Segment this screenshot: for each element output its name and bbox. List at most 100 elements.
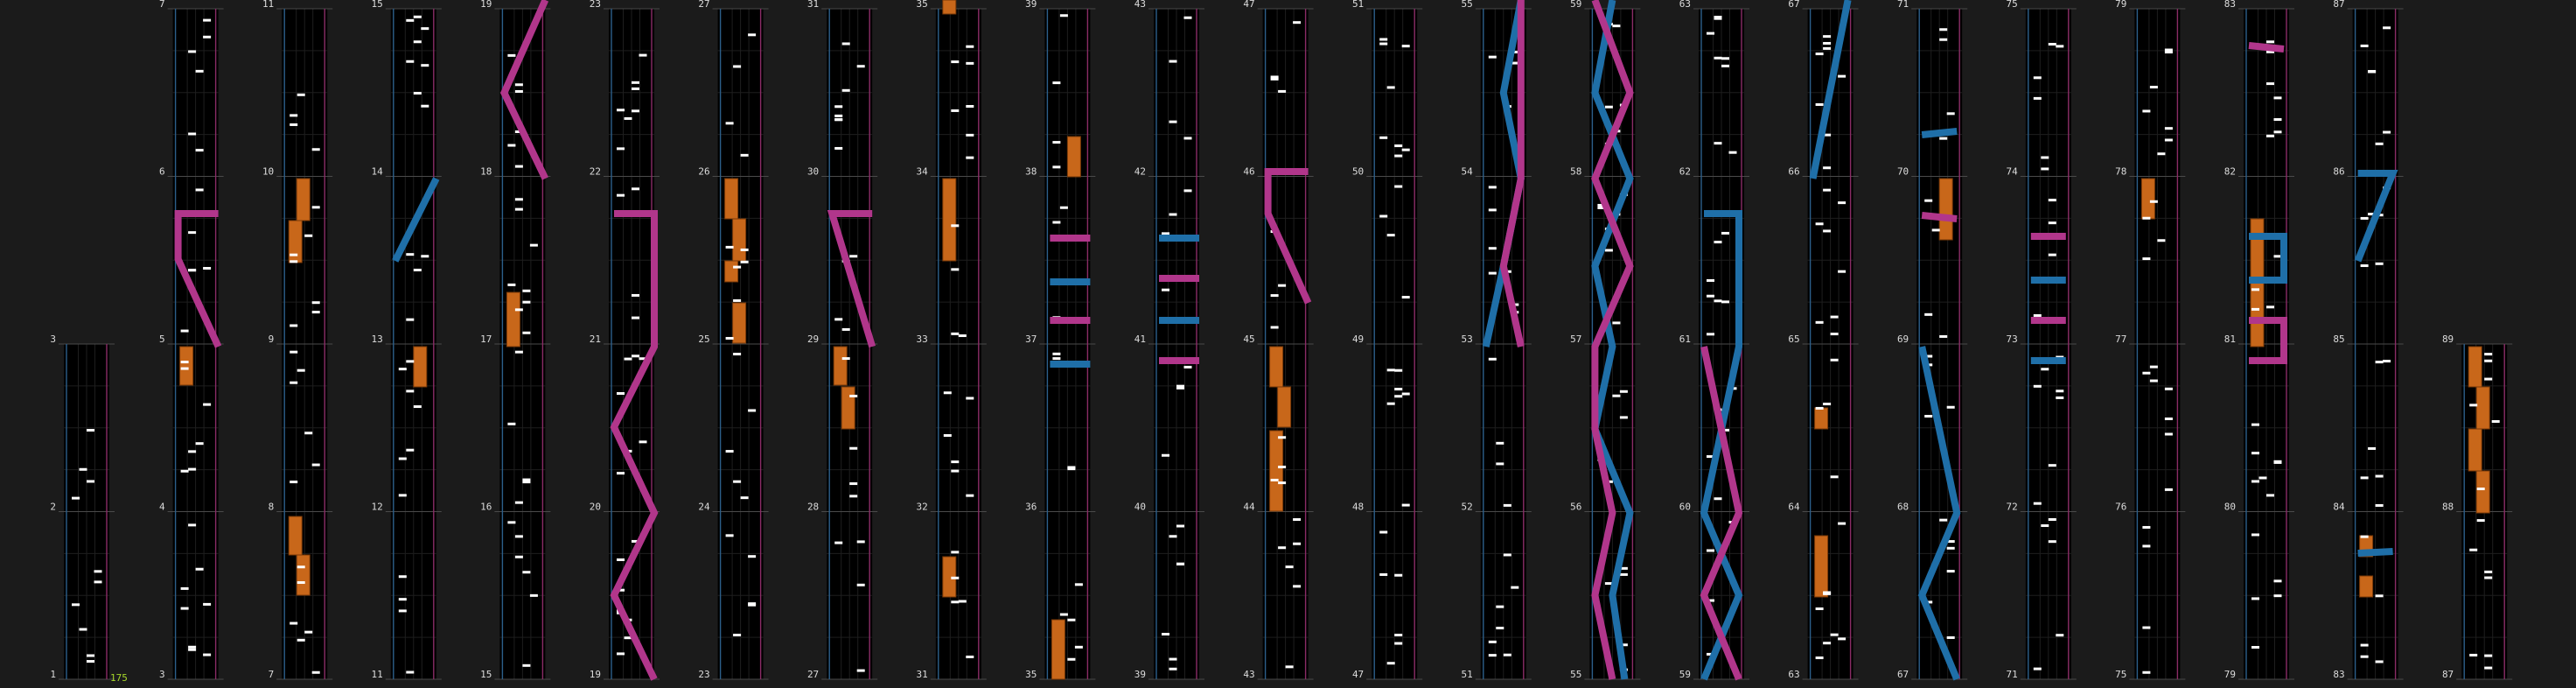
tap-note: [1379, 38, 1388, 41]
tap-note: [87, 480, 94, 483]
measure-number: 60: [1679, 502, 1691, 513]
tap-note: [2164, 387, 2173, 390]
tap-note: [2048, 221, 2056, 225]
hold-note: [1051, 619, 1065, 680]
tap-note: [1394, 388, 1403, 391]
tap-note: [2375, 660, 2384, 663]
tap-note: [1946, 112, 1955, 116]
tap-note: [1270, 294, 1279, 298]
measure-number: 84: [2333, 502, 2345, 513]
tap-note: [2360, 655, 2369, 658]
measure-number: 23: [590, 0, 601, 10]
tap-note: [1823, 188, 1832, 192]
tap-note: [1939, 38, 1948, 41]
tap-note: [1052, 221, 1061, 224]
measure-number: 14: [372, 166, 384, 178]
tap-note: [507, 422, 516, 425]
tap-note: [2048, 253, 2056, 256]
tap-note: [725, 122, 734, 125]
tap-note: [1830, 633, 1839, 636]
tap-note: [740, 260, 749, 263]
tap-note: [632, 293, 639, 297]
tap-note: [1285, 665, 1294, 669]
tap-note: [951, 469, 960, 473]
tap-note: [188, 648, 197, 651]
tap-note: [203, 653, 212, 656]
tap-note: [1401, 392, 1410, 396]
measure-number: 15: [480, 669, 492, 680]
tap-note: [297, 565, 305, 569]
tap-note: [1067, 466, 1076, 469]
tap-note: [1488, 271, 1497, 275]
tap-note: [1394, 395, 1403, 398]
tap-note: [195, 188, 204, 192]
tap-note: [2033, 384, 2042, 388]
tap-note: [514, 308, 523, 312]
measure-number: 64: [1788, 502, 1800, 513]
tap-note: [2033, 667, 2042, 670]
tap-note: [406, 360, 415, 363]
tap-note: [1612, 321, 1621, 325]
tap-note: [2251, 533, 2259, 537]
measure-number: 12: [372, 502, 383, 513]
tap-note: [2484, 666, 2493, 670]
tap-note: [2041, 156, 2049, 159]
tap-note: [1169, 213, 1177, 216]
measure-number: 36: [1025, 502, 1037, 513]
tap-note: [2484, 359, 2493, 362]
measure-number: 45: [1243, 333, 1254, 345]
tap-note: [2484, 570, 2493, 573]
tap-note: [1052, 81, 1061, 85]
tap-note: [311, 206, 320, 209]
measure-number: 4: [159, 502, 165, 513]
tap-note: [2142, 257, 2151, 261]
tap-note: [311, 463, 320, 467]
tap-note: [2258, 476, 2267, 480]
tap-note: [632, 87, 639, 90]
tap-note: [1293, 518, 1302, 522]
tap-note: [522, 571, 531, 574]
tap-note: [966, 397, 974, 400]
tap-note: [725, 245, 734, 249]
tap-note: [617, 392, 625, 396]
tap-note: [1946, 546, 1955, 550]
measure-number: 16: [480, 502, 492, 513]
tap-note: [1830, 315, 1839, 319]
tap-note: [2149, 365, 2158, 369]
tap-note: [856, 65, 865, 68]
tap-note: [421, 255, 429, 258]
measure-number: 3: [159, 669, 165, 680]
tap-note: [617, 147, 625, 151]
tap-note: [856, 669, 865, 672]
measure-number: 87: [2442, 669, 2454, 680]
tap-note: [2368, 70, 2377, 74]
hold-note: [732, 302, 747, 344]
tap-note: [639, 53, 647, 57]
tap-note: [2375, 142, 2384, 145]
tap-note: [632, 355, 639, 358]
blue-laser: [2357, 548, 2393, 557]
tap-note: [1830, 475, 1839, 479]
tap-note: [951, 600, 960, 604]
tap-note: [725, 534, 734, 537]
measure-number: 6: [159, 166, 165, 178]
tap-note: [1823, 403, 1832, 406]
hold-note: [288, 220, 303, 263]
tap-note: [2251, 423, 2259, 426]
tap-note: [748, 409, 757, 412]
tap-note: [180, 361, 189, 364]
tap-note: [507, 283, 516, 286]
measure-number: 34: [917, 166, 929, 178]
hold-note: [179, 346, 194, 386]
tap-note: [2164, 127, 2173, 130]
tap-note: [841, 88, 850, 92]
hold-note: [2468, 346, 2482, 388]
tap-note: [849, 446, 858, 450]
tap-note: [514, 83, 523, 87]
tap-note: [1394, 144, 1403, 148]
tap-note: [2251, 307, 2259, 311]
tap-note: [1823, 642, 1832, 645]
tap-note: [1721, 57, 1729, 60]
tap-note: [617, 558, 625, 561]
tap-note: [2251, 646, 2259, 649]
